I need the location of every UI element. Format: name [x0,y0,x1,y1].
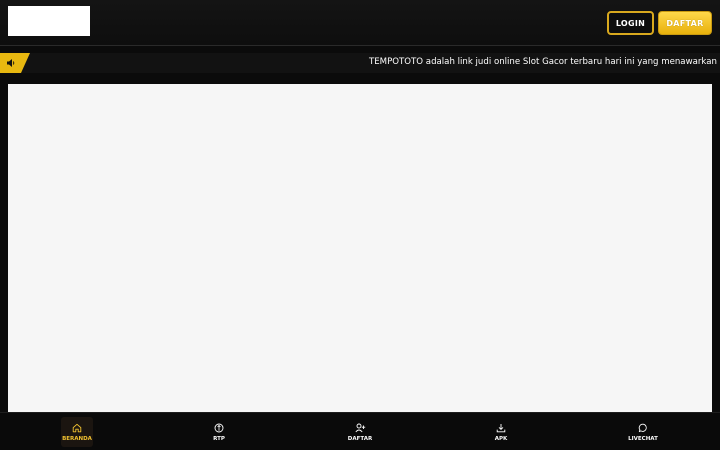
announcement-text: TEMPOTOTO adalah link judi online Slot G… [369,57,720,67]
register-button[interactable]: DAFTAR [658,11,712,35]
nav-label: RTP [213,435,225,442]
nav-label: LIVECHAT [628,435,658,442]
rtp-icon [214,423,224,432]
nav-item-beranda[interactable]: BERANDA [61,417,93,447]
home-icon [72,423,82,432]
nav-item-livechat[interactable]: LIVECHAT [625,417,661,447]
download-icon [496,423,506,432]
nav-item-rtp[interactable]: RTP [204,417,234,447]
speaker-icon [7,59,15,67]
site-logo[interactable] [8,6,90,36]
nav-item-apk[interactable]: APK [488,417,514,447]
nav-label: APK [494,435,508,442]
nav-item-daftar[interactable]: DAFTAR [343,417,377,447]
login-button[interactable]: LOGIN [607,11,654,35]
announcement-tab [0,53,30,73]
main-content [8,84,712,412]
chat-icon [638,423,647,432]
add-user-icon [354,423,365,432]
bottom-navigation: BERANDA RTP DAFTAR APK LIVECHAT [0,412,720,450]
site-header: LOGIN DAFTAR [0,0,720,46]
nav-label: DAFTAR [347,435,373,442]
nav-label: BERANDA [62,435,92,442]
announcement-bar: TEMPOTOTO adalah link judi online Slot G… [0,53,720,73]
